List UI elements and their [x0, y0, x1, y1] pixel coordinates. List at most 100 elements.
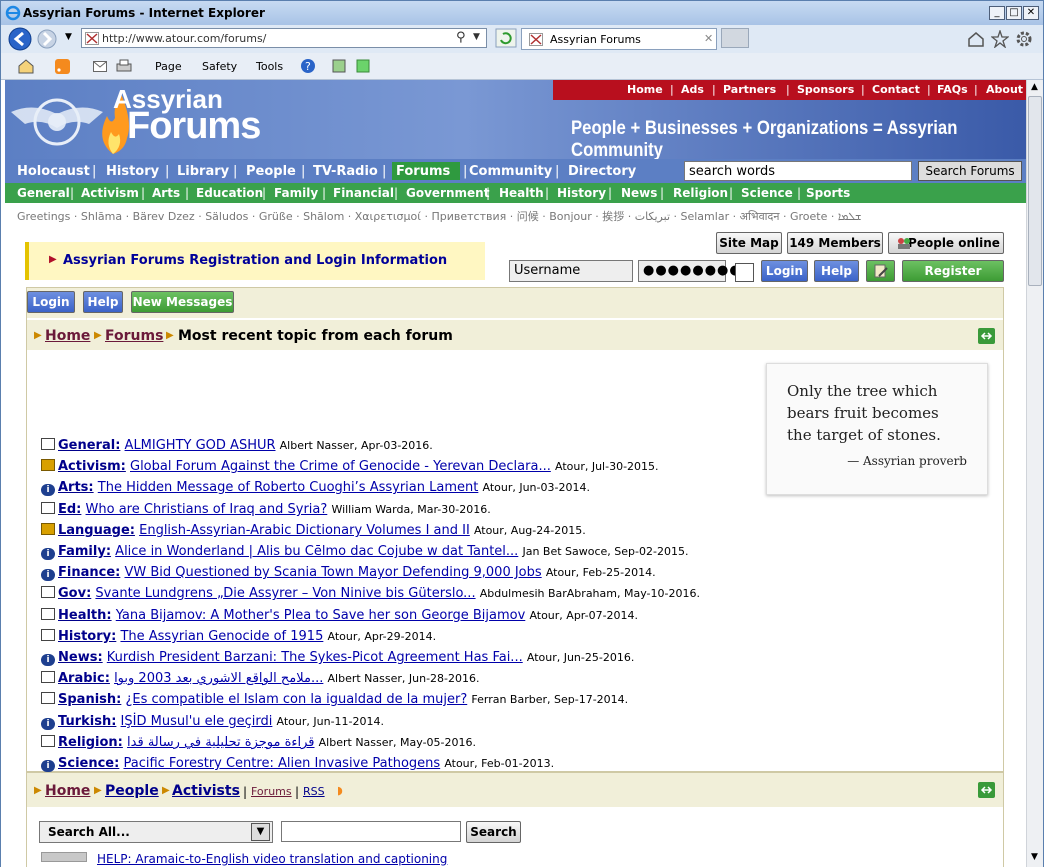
password-input[interactable]: ●●●●●●●● — [638, 260, 741, 282]
topic-title[interactable]: Pacific Forestry Centre: Alien Invasive … — [123, 756, 440, 771]
login-button[interactable]: Login — [761, 260, 808, 282]
onenote-icon[interactable] — [355, 58, 371, 74]
breadcrumb2-activists[interactable]: Activists — [172, 783, 240, 799]
topic-title[interactable]: Svante Lundgrens „Die Assyrer – Von Nini… — [95, 586, 475, 601]
register-button[interactable]: Register — [902, 260, 1004, 282]
page-menu[interactable]: Page — [155, 60, 182, 73]
subnav-general[interactable]: General — [17, 186, 70, 200]
subnav-sports[interactable]: Sports — [806, 186, 850, 200]
rss-link[interactable]: RSS — [303, 785, 325, 798]
topic-title[interactable]: Kurdish President Barzani: The Sykes-Pic… — [107, 650, 523, 665]
topic-category[interactable]: Religion: — [58, 735, 123, 750]
subnav-education[interactable]: Education — [196, 186, 263, 200]
topic-title[interactable]: Alice in Wonderland | Alis bu Cēlmo dac … — [115, 544, 518, 559]
rss-toggle-icon[interactable] — [978, 328, 995, 344]
close-window-button[interactable]: ✕ — [1023, 6, 1039, 20]
topic-title[interactable]: ¿Es compatible el Islam con la igualdad … — [125, 692, 467, 707]
top-link-contact[interactable]: Contact — [872, 83, 920, 96]
topic-category[interactable]: History: — [58, 629, 116, 644]
address-bar[interactable]: http://www.atour.com/forums/ ⚲ ▼ — [81, 28, 487, 48]
topic-category[interactable]: Turkish: — [58, 714, 116, 729]
nav-holocaust[interactable]: Holocaust — [17, 164, 90, 179]
subnav-history[interactable]: History — [557, 186, 606, 200]
subnav-health[interactable]: Health — [499, 186, 544, 200]
top-link-sponsors[interactable]: Sponsors — [797, 83, 854, 96]
topic-category[interactable]: Ed: — [58, 502, 81, 517]
refresh-icon[interactable] — [495, 28, 517, 48]
video-thumbnail[interactable] — [41, 852, 87, 862]
topic-title[interactable]: English-Assyrian-Arabic Dictionary Volum… — [139, 523, 470, 538]
topic-title[interactable]: Global Forum Against the Crime of Genoci… — [130, 459, 551, 474]
breadcrumb2-home[interactable]: Home — [45, 783, 90, 799]
username-input[interactable]: Username — [509, 260, 633, 282]
topic-title[interactable]: Who are Christians of Iraq and Syria? — [86, 502, 328, 517]
nav-tv-radio[interactable]: TV-Radio — [313, 164, 378, 179]
print-icon[interactable] — [115, 58, 133, 74]
breadcrumb2-people[interactable]: People — [105, 783, 159, 799]
breadcrumb-home[interactable]: Home — [45, 328, 90, 344]
topic-category[interactable]: Language: — [58, 523, 135, 538]
topic-title[interactable]: The Assyrian Genocide of 1915 — [120, 629, 323, 644]
chevron-down-icon[interactable]: ▼ — [251, 823, 270, 841]
topic-title[interactable]: قراءة موجزة تحليلية في رسالة قدا — [127, 735, 314, 750]
help-button[interactable]: Help — [814, 260, 859, 282]
site-map-button[interactable]: Site Map — [716, 232, 782, 254]
people-online-button[interactable]: People online — [888, 232, 1004, 254]
subnav-family[interactable]: Family — [274, 186, 318, 200]
panel-help-button[interactable]: Help — [83, 291, 123, 313]
remember-me-checkbox[interactable] — [735, 263, 754, 282]
top-link-faqs[interactable]: FAQs — [937, 83, 968, 96]
members-button[interactable]: 149 Members — [787, 232, 883, 254]
topic-title[interactable]: ALMIGHTY GOD ASHUR — [125, 438, 276, 453]
nav-library[interactable]: Library — [177, 164, 229, 179]
topic-category[interactable]: Arts: — [58, 480, 94, 495]
help-video-link[interactable]: HELP: Aramaic-to-English video translati… — [97, 852, 447, 866]
settings-gear-icon[interactable] — [1015, 30, 1033, 48]
search-icon[interactable]: ⚲ — [456, 30, 466, 45]
subnav-science[interactable]: Science — [741, 186, 793, 200]
nav-forums[interactable]: Forums — [396, 164, 450, 179]
subnav-activism[interactable]: Activism — [81, 186, 139, 200]
rss-toggle-icon[interactable] — [978, 782, 995, 798]
subnav-government[interactable]: Government — [406, 186, 489, 200]
nav-people[interactable]: People — [246, 164, 296, 179]
history-dropdown-icon[interactable]: ▼ — [65, 32, 72, 42]
panel-login-button[interactable]: Login — [27, 291, 75, 313]
maximize-button[interactable]: □ — [1006, 6, 1022, 20]
topic-title[interactable]: ملامح الواقع الاشوري بعد 2003 وبوا... — [114, 671, 323, 686]
nav-directory[interactable]: Directory — [568, 164, 636, 179]
nav-history[interactable]: History — [106, 164, 159, 179]
top-link-partners[interactable]: Partners — [723, 83, 776, 96]
search-forums-button[interactable]: Search Forums — [918, 161, 1022, 181]
top-link-ads[interactable]: Ads — [681, 83, 704, 96]
topic-category[interactable]: Finance: — [58, 565, 120, 580]
forward-icon[interactable] — [36, 28, 58, 50]
vertical-scrollbar[interactable]: ▲ ▼ — [1026, 80, 1043, 867]
favorites-star-icon[interactable] — [991, 30, 1009, 48]
mail-icon[interactable] — [93, 61, 107, 72]
search-all-select[interactable]: Search All... ▼ — [39, 821, 273, 843]
nav-community[interactable]: Community — [469, 164, 552, 179]
top-link-home[interactable]: Home — [627, 83, 663, 96]
topic-category[interactable]: Science: — [58, 756, 119, 771]
topic-category[interactable]: Arabic: — [58, 671, 110, 686]
back-icon[interactable] — [7, 26, 33, 52]
home-cmd-icon[interactable] — [17, 58, 35, 74]
help-icon[interactable]: ? — [300, 58, 316, 74]
activists-search-input[interactable] — [281, 821, 461, 842]
topic-category[interactable]: Activism: — [58, 459, 126, 474]
scroll-thumb[interactable] — [1028, 96, 1042, 286]
registration-link[interactable]: Assyrian Forums Registration and Login I… — [63, 253, 447, 268]
home-icon[interactable] — [967, 31, 985, 47]
topic-title[interactable]: The Hidden Message of Roberto Cuoghi’s A… — [98, 480, 479, 495]
tools-menu[interactable]: Tools — [256, 60, 283, 73]
topic-category[interactable]: News: — [58, 650, 103, 665]
address-dropdown-icon[interactable]: ▼ — [473, 32, 480, 42]
topic-category[interactable]: Spanish: — [58, 692, 121, 707]
topic-title[interactable]: IŞİD Musul'u ele geçirdi — [121, 714, 273, 729]
topic-title[interactable]: Yana Bijamov: A Mother's Plea to Save he… — [116, 608, 526, 623]
top-link-about[interactable]: About — [986, 83, 1023, 96]
tab-assyrian-forums[interactable]: Assyrian Forums ✕ — [521, 28, 717, 50]
new-tab-button[interactable] — [721, 28, 749, 48]
new-messages-button[interactable]: New Messages — [131, 291, 234, 313]
